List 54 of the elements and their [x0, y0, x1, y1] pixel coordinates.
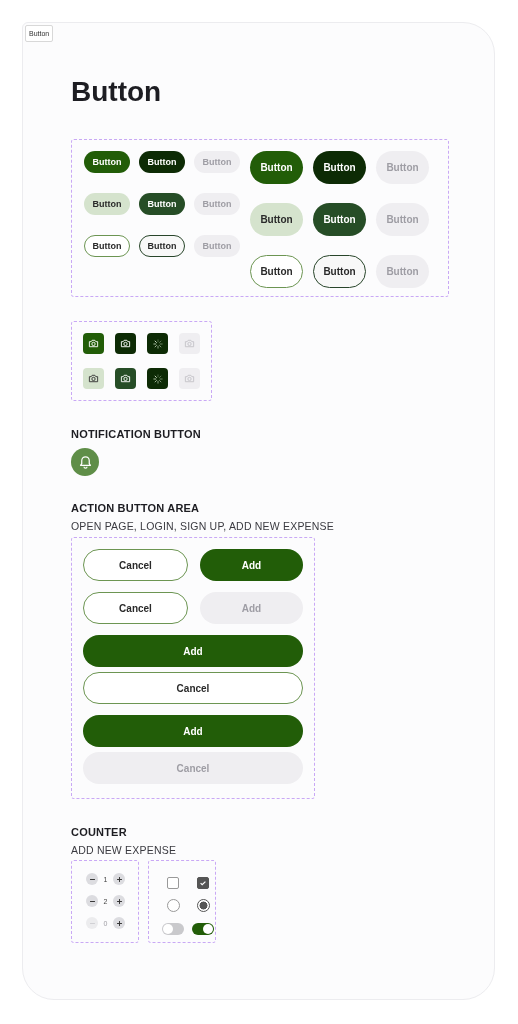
minus-button[interactable]: [86, 873, 98, 885]
action-button[interactable]: Cancel: [83, 592, 188, 624]
camera-button[interactable]: [83, 368, 104, 389]
minus-button[interactable]: [86, 895, 98, 907]
action-button[interactable]: Cancel: [83, 672, 303, 704]
button[interactable]: Button: [139, 151, 185, 173]
section-heading: ACTION BUTTON AREA: [71, 501, 201, 515]
notification-button[interactable]: [71, 448, 99, 476]
checkbox[interactable]: [197, 876, 209, 889]
action-button[interactable]: Cancel: [83, 549, 188, 581]
button[interactable]: Button: [250, 255, 303, 288]
button[interactable]: Button: [250, 151, 303, 184]
spinner-icon: [152, 338, 163, 349]
camera-icon: [120, 373, 131, 384]
plus-button[interactable]: [113, 873, 125, 885]
plus-button[interactable]: [113, 917, 125, 929]
plus-icon: [115, 897, 123, 905]
page-title: Button: [71, 75, 163, 109]
section-subtitle: ADD NEW EXPENSE: [71, 843, 178, 857]
camera-icon: [88, 373, 99, 384]
toggle-switch[interactable]: [192, 922, 214, 935]
button[interactable]: Button: [84, 235, 130, 257]
action-button[interactable]: Add: [83, 635, 303, 667]
action-button[interactable]: Add: [200, 549, 303, 581]
toggle-switch[interactable]: [162, 922, 184, 935]
checkbox[interactable]: [167, 876, 179, 889]
spinner-icon: [152, 373, 163, 384]
camera-icon: [184, 373, 195, 384]
radio-button[interactable]: [196, 899, 210, 912]
plus-icon: [115, 919, 123, 927]
camera-icon: [184, 338, 195, 349]
button[interactable]: Button: [139, 193, 185, 215]
button[interactable]: Button: [84, 151, 130, 173]
action-button[interactable]: Add: [83, 715, 303, 747]
camera-button[interactable]: [115, 333, 136, 354]
bell-icon: [77, 454, 93, 470]
button[interactable]: Button: [250, 203, 303, 236]
button[interactable]: Button: [313, 151, 366, 184]
camera-icon: [88, 338, 99, 349]
camera-icon: [120, 338, 131, 349]
camera-button[interactable]: [115, 368, 136, 389]
plus-icon: [115, 875, 123, 883]
radio-button[interactable]: [166, 899, 180, 912]
section-heading: NOTIFICATION BUTTON: [71, 427, 202, 441]
button[interactable]: Button: [84, 193, 130, 215]
section-subtitle: OPEN PAGE, LOGIN, SIGN UP, ADD NEW EXPENSE: [71, 519, 335, 533]
plus-button[interactable]: [113, 895, 125, 907]
camera-button[interactable]: [83, 333, 104, 354]
section-heading: COUNTER: [71, 825, 128, 839]
loading-button[interactable]: [147, 368, 168, 389]
button[interactable]: Button: [313, 255, 366, 288]
button[interactable]: Button: [313, 203, 366, 236]
button[interactable]: Button: [139, 235, 185, 257]
loading-button[interactable]: [147, 333, 168, 354]
